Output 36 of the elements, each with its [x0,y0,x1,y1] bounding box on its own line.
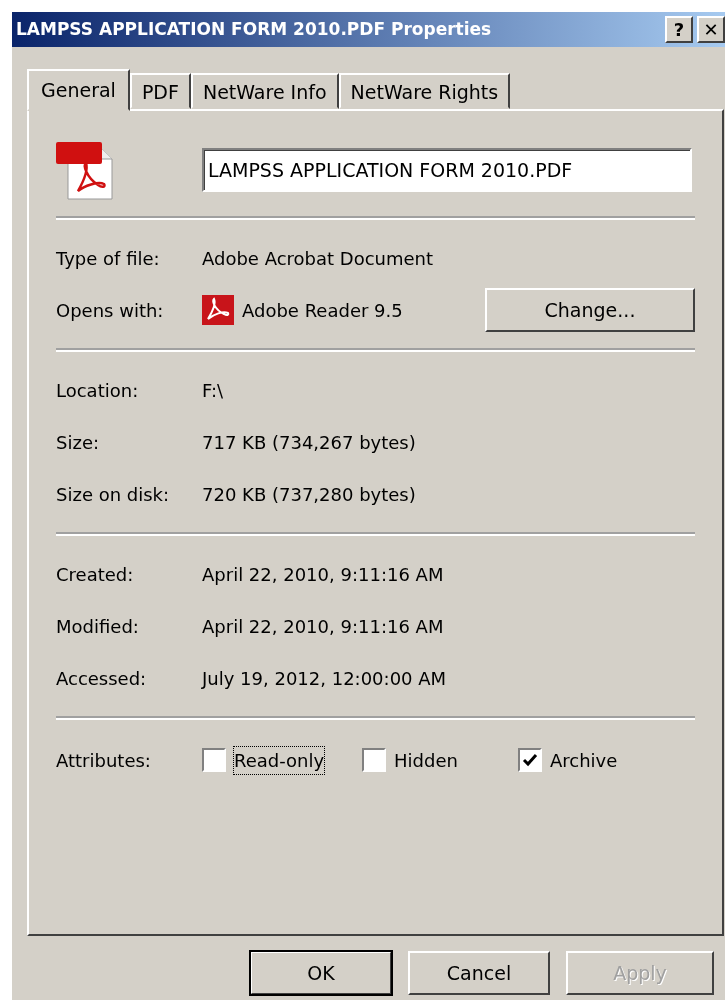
file-name-field[interactable]: LAMPSS APPLICATION FORM 2010.PDF [202,147,692,192]
field-label: Attributes: [56,748,152,773]
tab[interactable]: PDF [129,73,191,109]
field-value: 717 KB (734,267 bytes) [202,430,416,455]
field-label: Size on disk: [56,482,171,507]
field-label: Created: [56,562,135,587]
checkbox[interactable] [362,748,386,772]
field-label: Opens with: [56,298,165,323]
field-label: Location: [56,378,140,403]
field-value: Adobe Acrobat Document [202,246,434,271]
check-icon [522,753,538,767]
dialog-button[interactable]: Cancel [408,951,550,995]
adobe-reader-icon [202,295,234,325]
dialog-button[interactable]: OK [250,951,392,995]
checkbox[interactable] [518,748,542,772]
change-button[interactable]: Change... [485,288,695,332]
checkbox-label: Read-only [234,746,325,774]
tab[interactable]: NetWare Info [190,73,339,109]
checkbox[interactable] [202,748,226,772]
checkbox-label: Hidden [394,748,458,773]
field-label: Type of file: [56,246,161,271]
field-label: Modified: [56,614,140,639]
tab[interactable]: NetWare Rights [338,73,511,109]
field-value: 720 KB (737,280 bytes) [202,482,416,507]
checkbox-label: Archive [550,748,618,773]
field-value: July 19, 2012, 12:00:00 AM [202,666,447,691]
close-button[interactable]: ✕ [697,16,725,43]
field-value: F:\ [202,378,224,403]
window-title: LAMPSS APPLICATION FORM 2010.PDF Properties [16,17,493,41]
field-label: Size: [56,430,100,455]
help-button[interactable]: ? [665,16,693,43]
field-value: Adobe Reader 9.5 [242,298,403,323]
field-value: April 22, 2010, 9:11:16 AM [202,614,444,639]
field-label: Accessed: [56,666,148,691]
field-value: April 22, 2010, 9:11:16 AM [202,562,444,587]
tab[interactable]: General [27,69,130,111]
